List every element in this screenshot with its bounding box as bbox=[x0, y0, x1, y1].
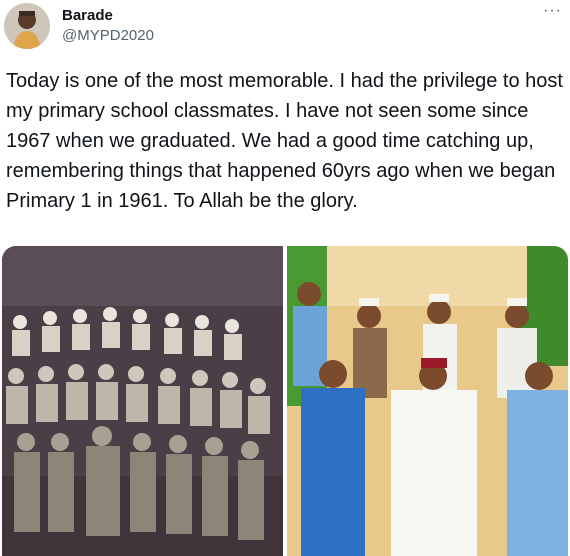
avatar[interactable] bbox=[4, 3, 50, 49]
tweet-header: Barade @MYPD2020 ··· bbox=[0, 0, 570, 58]
more-options-icon[interactable]: ··· bbox=[543, 2, 562, 20]
tweet-text: Today is one of the most memorable. I ha… bbox=[6, 70, 563, 212]
reunion-photo[interactable] bbox=[287, 246, 568, 556]
tweet-media[interactable] bbox=[2, 246, 568, 556]
author-name[interactable]: Barade bbox=[62, 7, 113, 24]
old-class-photo[interactable] bbox=[2, 246, 283, 556]
author-handle[interactable]: @MYPD2020 bbox=[62, 27, 154, 44]
